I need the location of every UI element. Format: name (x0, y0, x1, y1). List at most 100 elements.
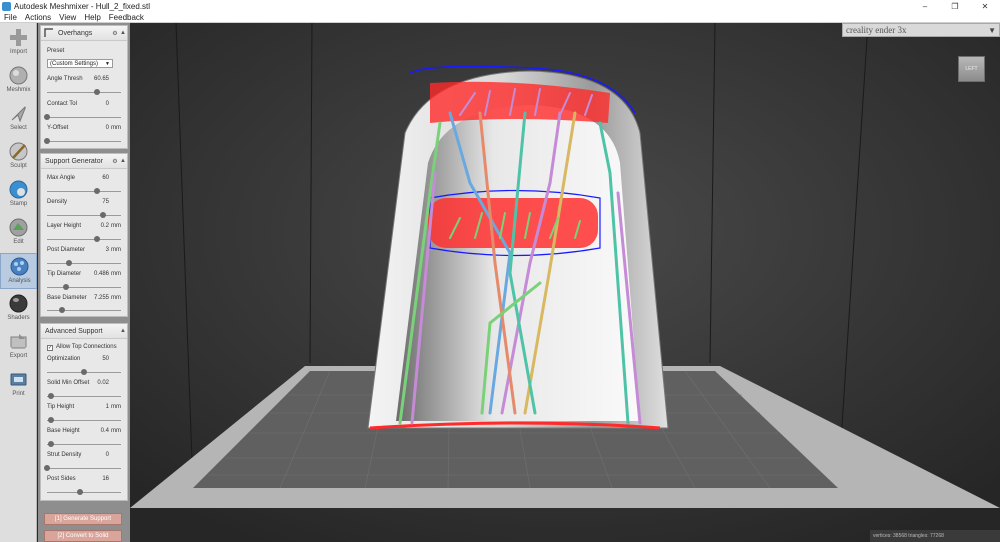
stamp-icon (9, 180, 28, 199)
slider-thumb[interactable] (81, 369, 87, 375)
meshmix-icon (9, 66, 28, 85)
generate-support-button[interactable]: [1] Generate Support (44, 513, 122, 525)
meshmixer-app-icon (2, 1, 11, 11)
base-diameter-row: Base Diameter 7.255 mm (47, 295, 121, 301)
menu-help[interactable]: Help (80, 13, 104, 22)
tool-edit[interactable]: Edit (0, 215, 37, 251)
dropdown-arrow-icon: ▼ (105, 61, 110, 67)
collapse-arrow-icon[interactable]: ▲ (119, 328, 127, 334)
advanced-support-title: Advanced Support (45, 327, 103, 335)
tool-analysis[interactable]: Analysis (0, 253, 37, 289)
tool-export[interactable]: Export (0, 329, 37, 365)
tip-height-slider[interactable] (47, 417, 121, 423)
title-bar: Autodesk Meshmixer - Hull_2_fixed.stl – … (0, 0, 1000, 12)
slider-thumb[interactable] (93, 236, 100, 242)
mesh-stats: vertices: 38568 triangles: 77268 (870, 530, 1000, 542)
dropdown-arrow-icon: ▼ (988, 26, 996, 35)
collapse-arrow-icon[interactable]: ▲ (119, 158, 127, 164)
support-generator-title: Support Generator (45, 157, 103, 165)
minimize-button[interactable]: – (910, 0, 940, 12)
slider-thumb[interactable] (77, 489, 84, 495)
printer-selector[interactable]: creality ender 3x ▼ (842, 23, 1000, 37)
slider-thumb[interactable] (58, 307, 65, 313)
post-diameter-slider[interactable] (47, 260, 121, 266)
menu-file[interactable]: File (0, 13, 21, 22)
slider-thumb[interactable] (66, 260, 73, 266)
slider-thumb[interactable] (44, 114, 50, 120)
convert-to-solid-button[interactable]: [2] Convert to Solid (44, 530, 122, 542)
angle-thresh-row: Angle Thresh 60.65 (47, 76, 109, 82)
base-diameter-slider[interactable] (47, 307, 121, 313)
overhangs-header[interactable]: Overhangs ⚙ ▲ (41, 26, 127, 41)
edit-icon (9, 218, 28, 237)
collapse-arrow-icon[interactable]: ▲ (119, 30, 127, 36)
angle-thresh-slider[interactable] (47, 89, 121, 95)
view-cube[interactable]: LEFT (958, 56, 985, 82)
post-diameter-row: Post Diameter 3 mm (47, 247, 121, 253)
tip-height-row: Tip Height 1 mm (47, 404, 121, 410)
y-offset-slider[interactable] (44, 138, 121, 144)
tool-sculpt[interactable]: Sculpt (0, 139, 37, 175)
density-row: Density 75 (47, 199, 109, 205)
max-angle-slider[interactable] (47, 188, 121, 194)
advanced-support-header[interactable]: Advanced Support ▲ (41, 324, 127, 339)
tool-shaders[interactable]: Shaders (0, 291, 37, 327)
close-button[interactable]: ✕ (970, 0, 1000, 12)
preset-select[interactable]: (Custom Settings) ▼ (47, 59, 113, 68)
slider-thumb[interactable] (47, 441, 54, 447)
slider-thumb[interactable] (44, 465, 50, 471)
advanced-support-panel: Advanced Support ▲ ✓ Allow Top Connectio… (40, 323, 128, 501)
optimization-row: Optimization 50 (47, 356, 109, 362)
slider-thumb[interactable] (44, 138, 50, 144)
slider-thumb[interactable] (62, 284, 69, 290)
slider-thumb[interactable] (47, 417, 54, 423)
window-title: Autodesk Meshmixer - Hull_2_fixed.stl (14, 1, 151, 11)
overhangs-panel: Overhangs ⚙ ▲ Preset (Custom Settings) ▼ … (40, 25, 128, 149)
3d-viewport[interactable] (130, 23, 1000, 542)
sculpt-icon (9, 142, 28, 161)
layer-height-slider[interactable] (47, 236, 121, 242)
slider-thumb[interactable] (47, 393, 54, 399)
density-slider[interactable] (47, 212, 121, 218)
post-sides-slider[interactable] (47, 489, 121, 495)
gear-icon[interactable]: ⚙ (111, 30, 119, 37)
shaders-icon (9, 294, 28, 313)
properties-panels: Overhangs ⚙ ▲ Preset (Custom Settings) ▼ … (38, 23, 130, 542)
tool-meshmix[interactable]: Meshmix (0, 63, 37, 99)
maximize-button[interactable]: ❐ (940, 0, 970, 12)
max-angle-row: Max Angle 60 (47, 175, 109, 181)
select-icon (11, 105, 27, 123)
overhangs-title: Overhangs (58, 29, 93, 37)
menu-feedback[interactable]: Feedback (105, 13, 148, 22)
analysis-icon (10, 257, 29, 276)
optimization-slider[interactable] (47, 369, 121, 375)
menu-actions[interactable]: Actions (21, 13, 55, 22)
tip-diameter-slider[interactable] (47, 284, 121, 290)
contact-tol-slider[interactable] (44, 114, 121, 120)
tool-stamp[interactable]: Stamp (0, 177, 37, 213)
menu-view[interactable]: View (55, 13, 80, 22)
support-generator-header[interactable]: Support Generator ⚙ ▲ (41, 154, 127, 169)
slider-thumb[interactable] (99, 212, 106, 218)
y-offset-row: Y-Offset 0 mm (47, 125, 121, 131)
strut-density-row: Strut Density 0 (47, 452, 109, 458)
overhangs-icon (44, 28, 53, 37)
menu-bar: File Actions View Help Feedback (0, 12, 1000, 23)
gear-icon[interactable]: ⚙ (111, 158, 119, 165)
tool-import[interactable]: Import (0, 25, 37, 61)
slider-thumb[interactable] (93, 89, 100, 95)
solid-min-offset-slider[interactable] (47, 393, 121, 399)
strut-density-slider[interactable] (44, 465, 121, 471)
base-height-row: Base Height 0.4 mm (47, 428, 121, 434)
tool-select[interactable]: Select (0, 101, 37, 137)
tool-print[interactable]: Print (0, 367, 37, 403)
solid-min-offset-row: Solid Min Offset 0.02 (47, 380, 109, 386)
layer-height-row: Layer Height 0.2 mm (47, 223, 121, 229)
base-height-slider[interactable] (47, 441, 121, 447)
slider-thumb[interactable] (93, 188, 100, 194)
support-generator-panel: Support Generator ⚙ ▲ Max Angle 60 Densit… (40, 153, 128, 317)
print-icon (10, 373, 27, 386)
allow-top-connections-checkbox[interactable]: ✓ (47, 345, 53, 351)
tip-diameter-row: Tip Diameter 0.486 mm (47, 271, 121, 277)
contact-tol-row: Contact Tol 0 (47, 101, 109, 107)
